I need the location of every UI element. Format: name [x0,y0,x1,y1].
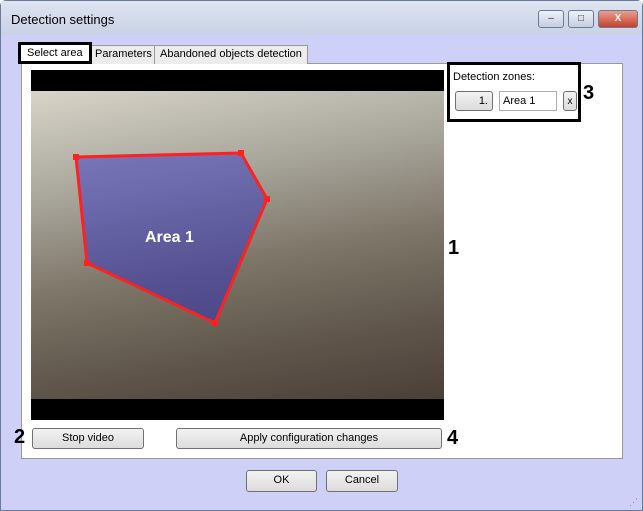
annotation-2: 2 [14,426,26,448]
tab-parameters[interactable]: Parameters [89,45,158,64]
resize-grip-icon[interactable]: ⋰ [629,497,638,508]
tab-abandoned-objects[interactable]: Abandoned objects detection [154,45,308,64]
ok-button[interactable]: OK [246,470,317,492]
detection-zones-label: Detection zones: [453,71,535,83]
stop-video-button[interactable]: Stop video [32,428,144,449]
polygon-vertex [212,320,218,326]
area-polygon[interactable] [31,70,444,420]
area-label: Area 1 [145,229,194,246]
annotation-1: 1 [448,237,460,259]
polygon-vertex [84,260,90,266]
polygon-vertex [264,196,270,202]
maximize-button[interactable]: □ [568,10,594,28]
close-button[interactable]: X [598,10,638,28]
delete-zone-button[interactable]: x [563,91,577,111]
cancel-button[interactable]: Cancel [326,470,398,492]
minimize-button[interactable]: ‒ [538,10,564,28]
zone-select-button[interactable]: 1. [455,91,493,111]
title-bar: Detection settings ‒ □ X [1,1,642,35]
apply-changes-button[interactable]: Apply configuration changes [176,428,442,449]
annotation-3: 3 [583,82,595,104]
tab-select-area[interactable]: Select area [18,42,92,64]
dialog-window: Detection settings ‒ □ X Parameters Aban… [0,0,643,511]
detection-zones-panel: Detection zones: 1. Area 1 x [447,62,581,122]
zone-name-input[interactable]: Area 1 [499,91,557,111]
annotation-4: 4 [447,427,459,449]
polygon-vertex [238,150,244,156]
window-title: Detection settings [11,12,115,27]
video-view[interactable]: Area 1 [31,70,444,420]
polygon-vertex [73,154,79,160]
